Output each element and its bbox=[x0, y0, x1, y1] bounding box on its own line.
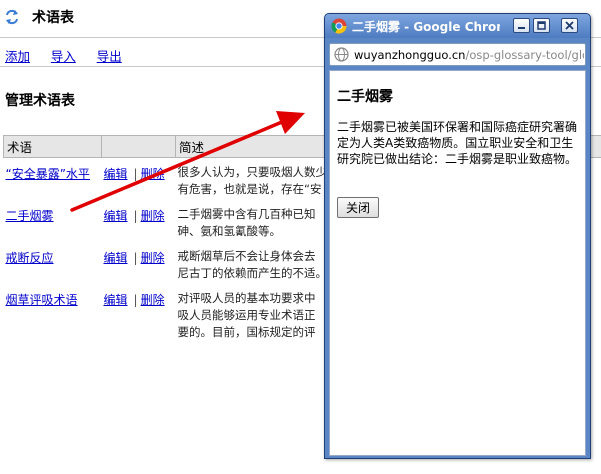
popup-content: 二手烟雾 二手烟雾已被美国环保署和国际癌症研究署确定为人类A类致癌物质。国立职业… bbox=[329, 70, 586, 456]
url-text: wuyanzhongguo.cn/osp-glossary-tool/gloss… bbox=[354, 48, 584, 62]
edit-link[interactable]: 编辑 bbox=[104, 251, 128, 265]
edit-link[interactable]: 编辑 bbox=[104, 209, 128, 223]
url-host: wuyanzhongguo.cn bbox=[354, 48, 466, 62]
popup-heading: 二手烟雾 bbox=[337, 89, 393, 105]
close-button[interactable]: 关闭 bbox=[337, 197, 379, 218]
maximize-button[interactable] bbox=[533, 18, 550, 33]
toolbar: 添加 导入 导出 bbox=[5, 46, 139, 65]
import-link[interactable]: 导入 bbox=[51, 49, 76, 64]
popup-definition: 二手烟雾已被美国环保署和国际癌症研究署确定为人类A类致癌物质。国立职业安全和卫生… bbox=[337, 120, 578, 166]
edit-link[interactable]: 编辑 bbox=[104, 293, 128, 307]
term-link[interactable]: 烟草评吸术语 bbox=[6, 293, 78, 307]
chrome-icon bbox=[331, 18, 347, 34]
maximize-icon bbox=[537, 21, 546, 30]
delete-link[interactable]: 删除 bbox=[141, 167, 165, 181]
address-bar[interactable]: wuyanzhongguo.cn/osp-glossary-tool/gloss… bbox=[329, 43, 586, 66]
delete-link[interactable]: 删除 bbox=[141, 293, 165, 307]
popup-titlebar[interactable]: 二手烟雾 - Google Chrome bbox=[325, 14, 590, 38]
minimize-icon bbox=[518, 27, 525, 29]
export-link[interactable]: 导出 bbox=[97, 49, 122, 64]
page-title: 术语表 bbox=[32, 10, 74, 26]
url-path: /osp-glossary-tool/glossary bbox=[465, 48, 584, 62]
close-icon bbox=[565, 21, 574, 30]
add-link[interactable]: 添加 bbox=[5, 49, 30, 64]
term-link[interactable]: “安全暴露”水平 bbox=[6, 167, 90, 181]
delete-link[interactable]: 删除 bbox=[141, 251, 165, 265]
popup-window-title: 二手烟雾 - Google Chrome bbox=[352, 20, 500, 34]
window-close-button[interactable] bbox=[561, 18, 578, 33]
term-link[interactable]: 戒断反应 bbox=[6, 251, 54, 265]
column-header-ops bbox=[101, 135, 176, 158]
term-link[interactable]: 二手烟雾 bbox=[6, 209, 54, 223]
minimize-button[interactable] bbox=[513, 18, 530, 33]
edit-link[interactable]: 编辑 bbox=[104, 167, 128, 181]
globe-icon bbox=[334, 47, 349, 62]
delete-link[interactable]: 删除 bbox=[141, 209, 165, 223]
column-header-term[interactable]: 术语 bbox=[3, 135, 102, 158]
section-title: 管理术语表 bbox=[5, 93, 75, 109]
refresh-icon bbox=[6, 9, 18, 25]
popup-window: 二手烟雾 - Google Chrome wuyanzhongguo.cn/os… bbox=[324, 13, 591, 459]
